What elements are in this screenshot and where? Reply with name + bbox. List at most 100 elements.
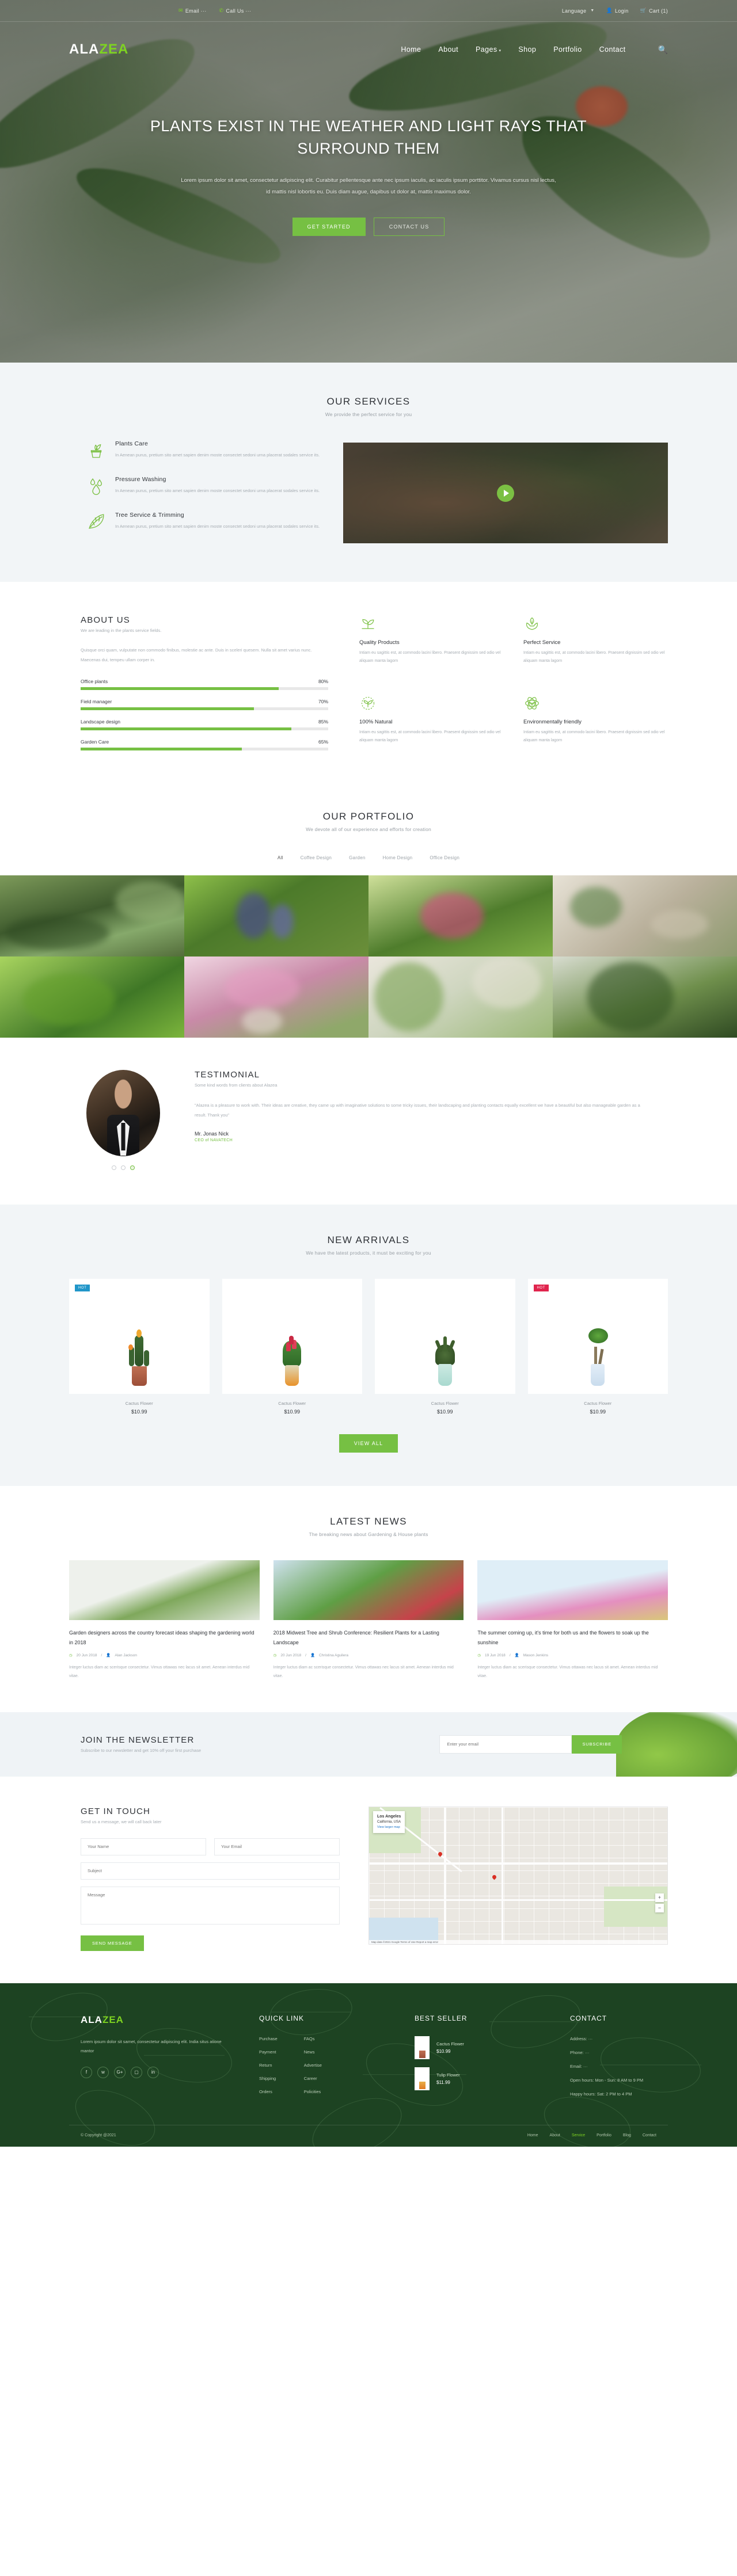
map-widget[interactable]: Los Angeles California, USA View larger … [368,1806,668,1945]
newsletter-email-input[interactable] [439,1735,572,1754]
portfolio-filter-home-design[interactable]: Home Design [383,855,413,860]
about-section: ABOUT US We are leading in the plants se… [0,582,737,791]
portfolio-tile[interactable] [553,875,737,957]
topbar-login[interactable]: 👤 Login [606,8,629,14]
nav-item-shop[interactable]: Shop [518,45,536,54]
map-larger-link[interactable]: View larger map [377,1826,400,1829]
quicklink-news[interactable]: News [304,2049,322,2055]
footer-link-service[interactable]: Service [572,2133,585,2137]
contact-subject-input[interactable] [81,1862,340,1880]
nav-item-home[interactable]: Home [401,45,421,54]
google-plus-icon[interactable]: G+ [114,2066,126,2078]
footer-link-portfolio[interactable]: Portfolio [597,2133,611,2137]
portfolio-tile[interactable] [368,875,553,957]
portfolio-tile[interactable] [184,957,368,1038]
map-zoom-in-button[interactable]: + [655,1893,664,1902]
contact-email-input[interactable] [214,1838,340,1855]
news-card[interactable]: The summer coming up, it's time for both… [477,1560,668,1681]
news-card[interactable]: Garden designers across the country fore… [69,1560,260,1681]
about-left: ABOUT US We are leading in the plants se… [69,615,328,759]
nav-item-pages[interactable]: Pages ▾ [476,45,501,54]
service-item[interactable]: Plants Care In Aenean purus, pretium sit… [86,440,322,460]
footer-link-about[interactable]: About [550,2133,560,2137]
chevron-down-icon: ▾ [499,49,502,53]
portfolio-tile[interactable] [0,875,184,957]
footer-link-blog[interactable]: Blog [623,2133,631,2137]
footer-link-contact[interactable]: Contact [643,2133,656,2137]
user-icon: 👤 [606,7,613,13]
contact-message-textarea[interactable] [81,1886,340,1925]
footer-link-home[interactable]: Home [527,2133,538,2137]
feature-title: Environmentally friendly [523,719,582,725]
quicklink-policities[interactable]: Policities [304,2089,322,2094]
quicklink-purchase[interactable]: Purchase [259,2036,278,2041]
product-list: HOT Cactus Flower $10.99 Cactus Flower $… [69,1279,668,1415]
facebook-icon[interactable]: f [81,2066,92,2078]
portfolio-tile[interactable] [184,875,368,957]
site-logo[interactable]: ALAZEA [69,41,128,58]
product-name: Cactus Flower [431,1401,459,1406]
feature-title: Perfect Service [523,639,561,646]
portfolio-tile[interactable] [553,957,737,1038]
feature-card: 100% Natural Intiam eu sagittis est, at … [359,695,504,759]
portfolio-filter-all[interactable]: All [278,855,283,860]
portfolio-tile[interactable] [368,957,553,1038]
portfolio-filter-office-design[interactable]: Office Design [430,855,459,860]
topbar-email[interactable]: ✉ Email ··· [178,8,207,14]
news-section: LATEST NEWS The breaking news about Gard… [0,1486,737,1712]
topbar-call[interactable]: ✆ Call Us ··· [219,8,252,14]
testimonial-title: TESTIMONIAL [195,1070,260,1080]
quicklink-return[interactable]: Return [259,2063,278,2068]
send-message-button[interactable]: SEND MESSAGE [81,1935,144,1951]
service-item[interactable]: Tree Service & Trimming In Aenean purus,… [86,512,322,531]
testimonial-body: TESTIMONIAL Some kind words from clients… [195,1070,668,1142]
contact-name-input[interactable] [81,1838,206,1855]
map-info-card[interactable]: Los Angeles California, USA View larger … [373,1811,405,1834]
play-button[interactable] [497,484,514,502]
map-zoom-out-button[interactable]: − [655,1903,664,1912]
testimonial-dot-1[interactable] [112,1165,116,1170]
quicklink-advertise[interactable]: Advertise [304,2063,322,2068]
product-card[interactable]: Cactus Flower $10.99 [375,1279,515,1415]
best-seller-item[interactable]: Tulip Flower $11.99 [415,2067,547,2090]
testimonial-dot-3[interactable] [130,1165,135,1170]
feature-card: Quality Products Intiam eu sagittis est,… [359,615,504,680]
testimonial-section: TESTIMONIAL Some kind words from clients… [0,1038,737,1205]
footer-logo[interactable]: ALAZEA [81,2014,236,2026]
quicklink-career[interactable]: Career [304,2076,322,2081]
portfolio-filter-garden[interactable]: Garden [349,855,365,860]
quicklink-orders[interactable]: Orders [259,2089,278,2094]
topbar-cart[interactable]: 🛒 Cart (1) [640,8,668,14]
nav-item-contact[interactable]: Contact [599,45,626,54]
portfolio-section: OUR PORTFOLIO We devote all of our exper… [0,791,737,1038]
portfolio-tile[interactable] [0,957,184,1038]
quicklink-payment[interactable]: Payment [259,2049,278,2055]
subscribe-button[interactable]: SUBSCRIBE [572,1735,622,1754]
contact-us-button[interactable]: CONTACT US [373,218,445,237]
services-video[interactable] [343,443,668,543]
linkedin-icon[interactable]: in [147,2066,159,2078]
topbar-login-label: Login [615,7,629,14]
product-card[interactable]: HOT Cactus Flower $10.99 [69,1279,210,1415]
topbar-language[interactable]: Language ▼ [562,8,595,14]
portfolio-filter-coffee-design[interactable]: Coffee Design [301,855,332,860]
view-all-button[interactable]: VIEW ALL [339,1434,398,1453]
testimonial-author: Mr. Jonas Nick [195,1130,229,1137]
quicklink-faqs[interactable]: FAQs [304,2036,322,2041]
clock-icon: ◷ [273,1653,277,1658]
nav-item-portfolio[interactable]: Portfolio [553,45,582,54]
twitter-icon[interactable]: w [97,2066,109,2078]
instagram-icon[interactable]: ▢ [131,2066,142,2078]
leaf-branch-icon [86,512,106,531]
testimonial-dot-2[interactable] [121,1165,126,1170]
quicklink-shipping[interactable]: Shipping [259,2076,278,2081]
news-card[interactable]: 2018 Midwest Tree and Shrub Conference: … [273,1560,464,1681]
service-item[interactable]: Pressure Washing In Aenean purus, pretiu… [86,476,322,496]
product-card[interactable]: Cactus Flower $10.99 [222,1279,362,1415]
get-started-button[interactable]: GET STARTED [292,218,366,237]
nav-item-about[interactable]: About [438,45,458,54]
best-seller-item[interactable]: Cactus Flower $10.99 [415,2036,547,2059]
search-icon[interactable]: 🔍 [658,45,668,55]
skill-bar [81,687,328,690]
product-card[interactable]: HOT Cactus Flower $10.99 [527,1279,668,1415]
